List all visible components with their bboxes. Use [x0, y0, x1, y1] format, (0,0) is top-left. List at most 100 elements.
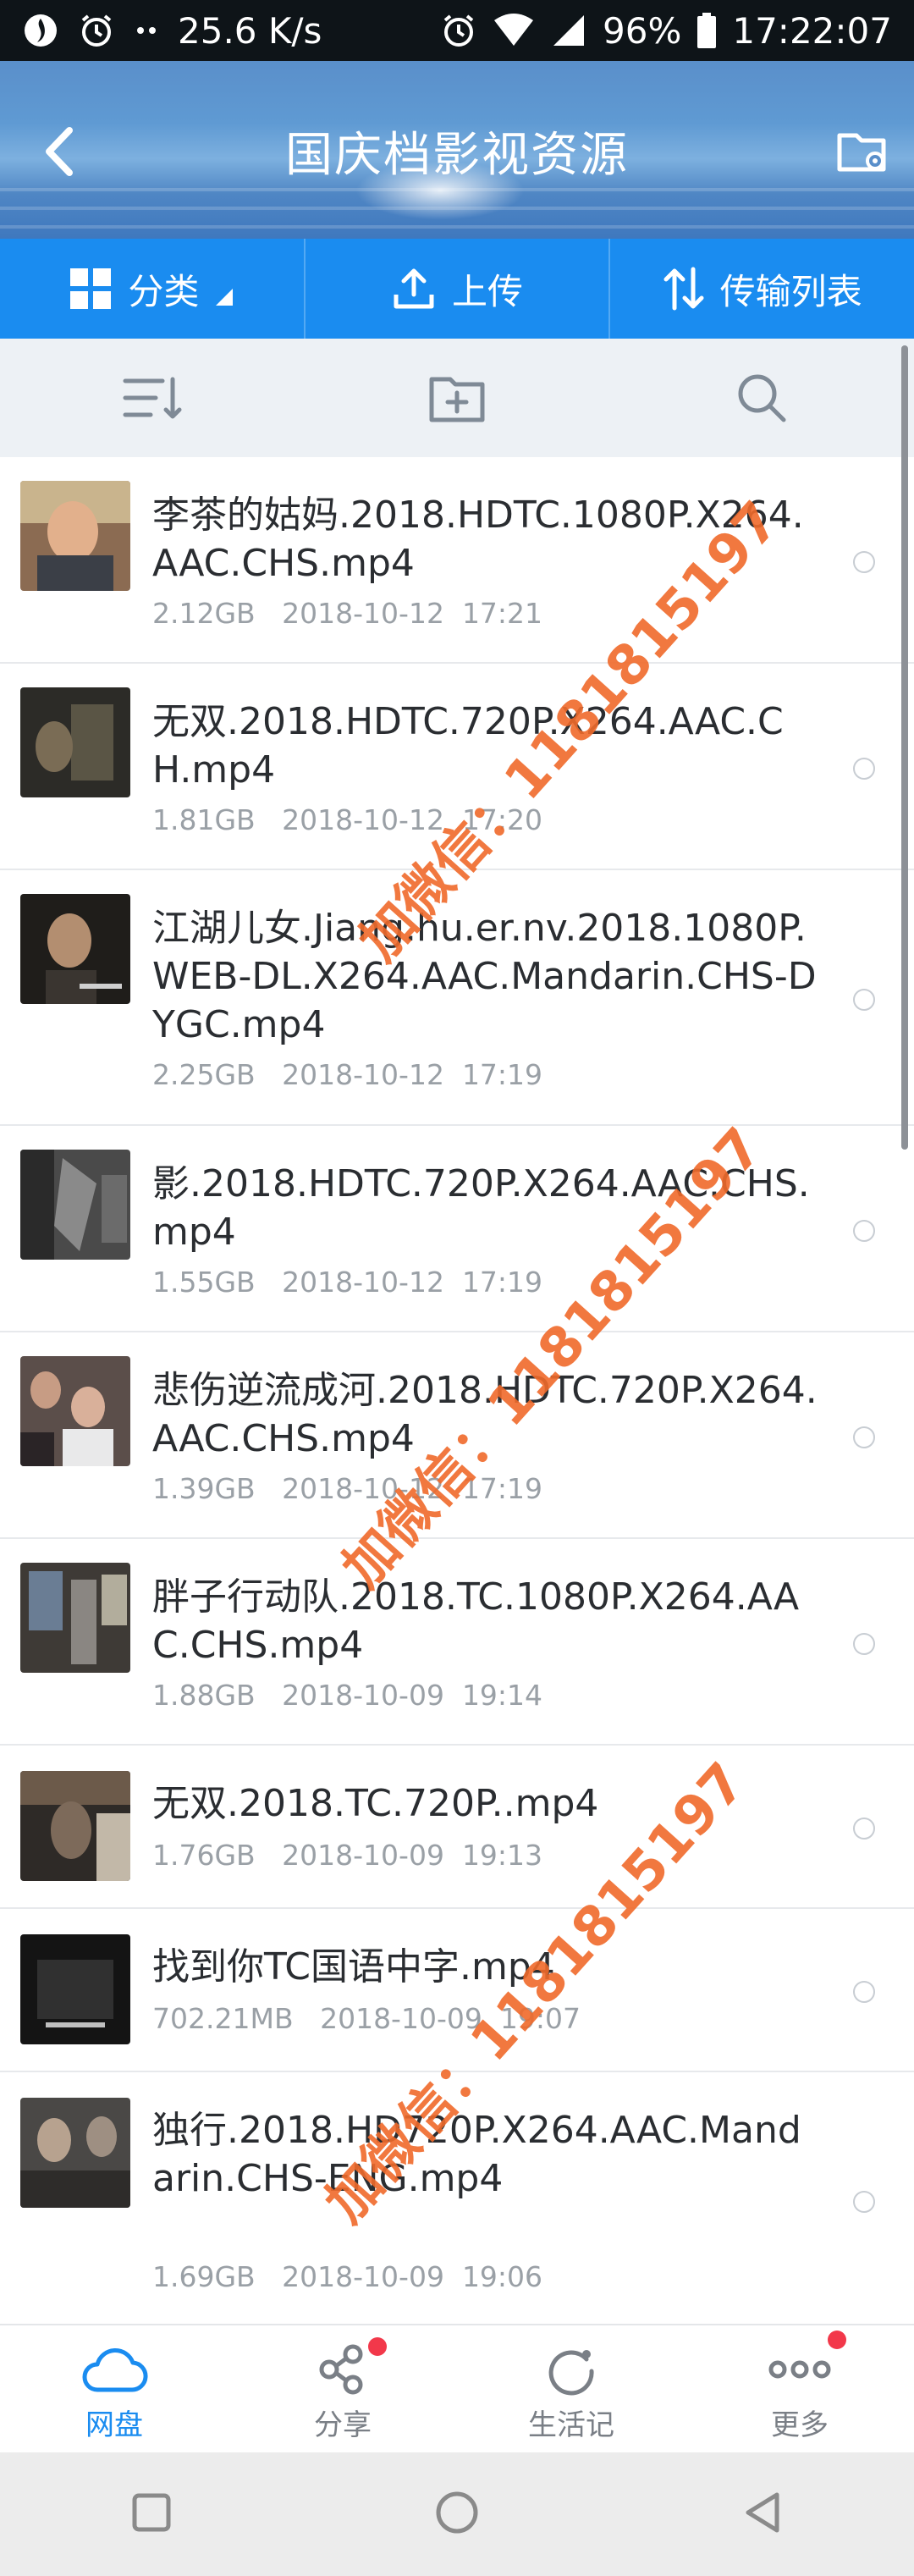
tab-label: 更多: [771, 2408, 829, 2442]
file-time: 19:06: [461, 2260, 543, 2293]
search-icon: [738, 374, 786, 422]
alarm-icon: [78, 12, 115, 49]
file-name: 独行.2018.HD720P.X264.AAC.Mandarin.CHS-ENG…: [152, 2109, 801, 2200]
transfer-arrows-icon: [663, 267, 704, 311]
search-button[interactable]: [609, 372, 914, 424]
grid-icon: [70, 268, 112, 309]
toolbar: 分类 上传 传输列表: [0, 239, 914, 339]
home-button[interactable]: [434, 2490, 480, 2539]
folder-settings-button[interactable]: [833, 122, 892, 181]
category-button[interactable]: 分类: [0, 239, 306, 339]
file-meta: 1.69GB 2018-10-09 19:06: [152, 2260, 542, 2293]
battery-percent: 96%: [603, 9, 682, 52]
file-row[interactable]: 江湖儿女.Jiang.hu.er.nv.2018.1080P.WEB-DL.X2…: [0, 870, 914, 1126]
back-nav-button[interactable]: [741, 2490, 784, 2539]
file-time: 17:19: [461, 1266, 543, 1299]
recents-button[interactable]: [130, 2491, 173, 2537]
transfer-list-label: 传输列表: [719, 270, 862, 312]
sort-icon: [123, 377, 182, 419]
dropdown-triangle-icon: [216, 289, 234, 306]
select-radio[interactable]: [853, 1981, 875, 2003]
file-date: 2018-10-12: [282, 1058, 444, 1091]
file-size: 2.25GB: [152, 1058, 256, 1091]
tab-more[interactable]: 更多: [686, 2325, 914, 2454]
file-row[interactable]: 李茶的姑妈.2018.HDTC.1080P.X264.AAC.CHS.mp4 2…: [0, 457, 914, 664]
upload-icon: [394, 268, 434, 309]
file-size: 1.76GB: [152, 1839, 256, 1872]
alarm-icon: [440, 12, 477, 49]
video-thumbnail: [20, 481, 130, 591]
network-speed: 25.6 K/s: [178, 9, 322, 52]
video-thumbnail: [20, 1771, 130, 1881]
file-meta: 2.12GB 2018-10-12 17:21: [152, 597, 542, 630]
file-row[interactable]: 影.2018.HDTC.720P.X264.AAC.CHS.mp4 1.55GB…: [0, 1126, 914, 1332]
video-thumbnail: [20, 1563, 130, 1673]
wifi-icon: [493, 12, 535, 49]
share-icon: [319, 2344, 363, 2395]
file-time: 19:13: [461, 1839, 543, 1872]
tab-share[interactable]: 分享: [228, 2325, 457, 2454]
status-bar: 25.6 K/s 96% 17:22:07: [0, 0, 914, 61]
file-size: 1.81GB: [152, 803, 256, 836]
square-icon: [132, 2493, 171, 2532]
file-meta: 2.25GB 2018-10-12 17:19: [152, 1058, 542, 1091]
tab-netdisk[interactable]: 网盘: [0, 2325, 228, 2454]
file-size: 1.55GB: [152, 1266, 256, 1299]
dots-icon: [134, 22, 159, 39]
notification-badge: [828, 2331, 846, 2349]
select-radio[interactable]: [853, 1220, 875, 1242]
flame-icon: [22, 12, 59, 49]
transfer-list-button[interactable]: 传输列表: [610, 239, 914, 339]
file-size: 1.69GB: [152, 2260, 256, 2293]
page-title: 国庆档影视资源: [285, 128, 629, 183]
file-row[interactable]: 胖子行动队.2018.TC.1080P.X264.AAC.CHS.mp4 1.8…: [0, 1539, 914, 1746]
select-radio[interactable]: [853, 551, 875, 573]
system-nav-bar: [0, 2452, 914, 2576]
select-radio[interactable]: [853, 2191, 875, 2213]
video-thumbnail: [20, 1356, 130, 1466]
video-thumbnail: [20, 2098, 130, 2208]
header: 国庆档影视资源: [0, 61, 914, 239]
signal-icon: [550, 12, 587, 49]
folder-settings-icon: [837, 133, 886, 172]
file-row[interactable]: 无双.2018.TC.720P..mp4 1.76GB 2018-10-09 1…: [0, 1746, 914, 1909]
file-meta: 1.88GB 2018-10-09 19:14: [152, 1679, 542, 1712]
header-wave: [0, 225, 914, 229]
refresh-circle-icon: [548, 2350, 594, 2396]
tab-label: 网盘: [85, 2408, 143, 2442]
file-size: 702.21MB: [152, 2002, 294, 2035]
file-date: 2018-10-09: [282, 1679, 444, 1712]
video-thumbnail: [20, 687, 130, 797]
upload-button[interactable]: 上传: [306, 239, 611, 339]
sort-button[interactable]: [0, 374, 305, 422]
file-date: 2018-10-09: [282, 1839, 444, 1872]
action-bar: [0, 339, 914, 457]
category-label: 分类: [128, 270, 200, 312]
upload-label: 上传: [452, 270, 524, 312]
select-radio[interactable]: [853, 1426, 875, 1448]
new-folder-button[interactable]: [305, 372, 609, 423]
file-size: 1.39GB: [152, 1472, 256, 1505]
file-name: 胖子行动队.2018.TC.1080P.X264.AAC.CHS.mp4: [152, 1575, 800, 1667]
clock: 17:22:07: [732, 9, 892, 52]
select-radio[interactable]: [853, 1818, 875, 1840]
bottom-tab-bar: 网盘 分享 生活记 更多: [0, 2324, 914, 2454]
file-time: 17:19: [461, 1058, 543, 1091]
circle-icon: [436, 2491, 478, 2534]
triangle-back-icon: [746, 2492, 779, 2533]
select-radio[interactable]: [853, 1633, 875, 1655]
new-folder-icon: [429, 377, 485, 422]
file-time: 17:21: [461, 597, 543, 630]
cloud-icon: [82, 2347, 148, 2392]
video-thumbnail: [20, 894, 130, 1004]
tab-life-journal[interactable]: 生活记: [457, 2325, 686, 2454]
tab-label: 分享: [314, 2408, 372, 2442]
file-meta: 1.55GB 2018-10-12 17:19: [152, 1266, 542, 1299]
notification-badge: [368, 2337, 387, 2356]
scrollbar[interactable]: [901, 345, 908, 1150]
more-dots-icon: [768, 2360, 831, 2379]
select-radio[interactable]: [853, 989, 875, 1011]
file-date: 2018-10-09: [282, 2260, 444, 2293]
select-radio[interactable]: [853, 758, 875, 780]
file-date: 2018-10-12: [282, 597, 444, 630]
